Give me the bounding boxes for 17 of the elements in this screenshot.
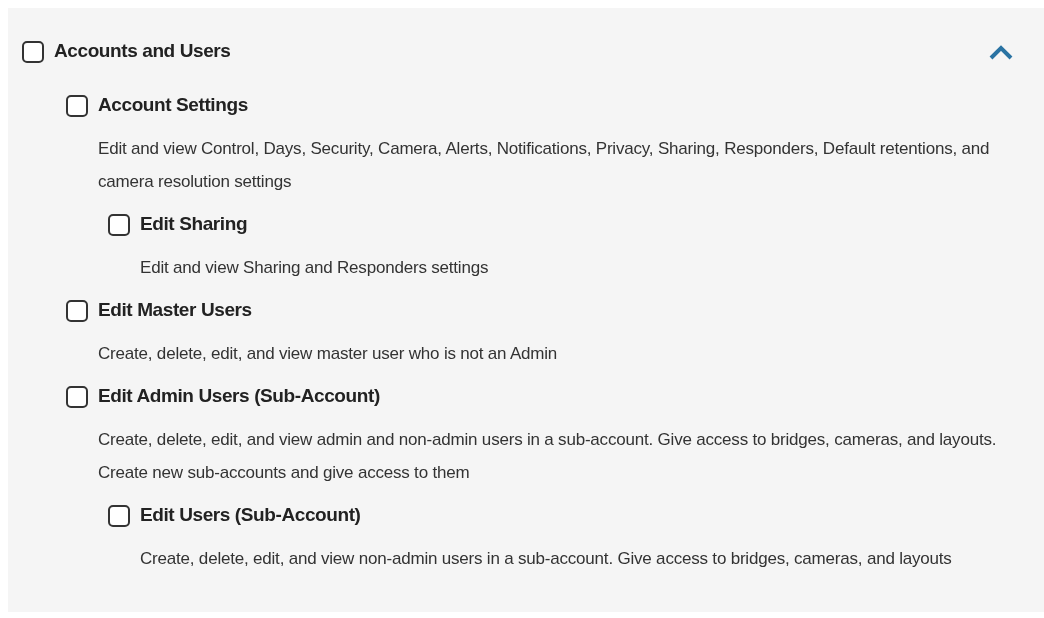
checkbox[interactable] xyxy=(66,94,88,117)
permission-description: Edit and view Control, Days, Security, Camera, Alerts, Notifications, Privacy, Sharing, Responders, Default retentions, and camera resolution settings xyxy=(98,138,991,193)
permission-title: Edit Users (Sub-Account) xyxy=(140,503,361,528)
permission-title: Edit Sharing xyxy=(140,212,248,237)
checkbox[interactable] xyxy=(108,213,130,236)
permission-description: Create, delete, edit, and view admin and non-admin users in a sub-account. Give access to bridges, cameras, and layouts. Create new sub-accounts and give access to them xyxy=(98,429,998,484)
permission-description: Create, delete, edit, and view master user who is not an Admin xyxy=(98,343,559,365)
checkbox[interactable] xyxy=(108,504,130,527)
checkbox[interactable] xyxy=(66,299,88,322)
permission-title: Accounts and Users xyxy=(54,39,231,64)
permission-title: Edit Admin Users (Sub-Account) xyxy=(98,384,380,409)
permission-description: Create, delete, edit, and view non-admin users in a sub-account. Give access to bridges, cameras, and layouts xyxy=(140,548,953,570)
checkbox[interactable] xyxy=(66,385,88,408)
permission-title: Account Settings xyxy=(98,93,248,118)
permission-title: Edit Master Users xyxy=(98,298,252,323)
permission-description: Edit and view Sharing and Responders settings xyxy=(140,257,490,279)
checkbox[interactable] xyxy=(22,40,44,63)
